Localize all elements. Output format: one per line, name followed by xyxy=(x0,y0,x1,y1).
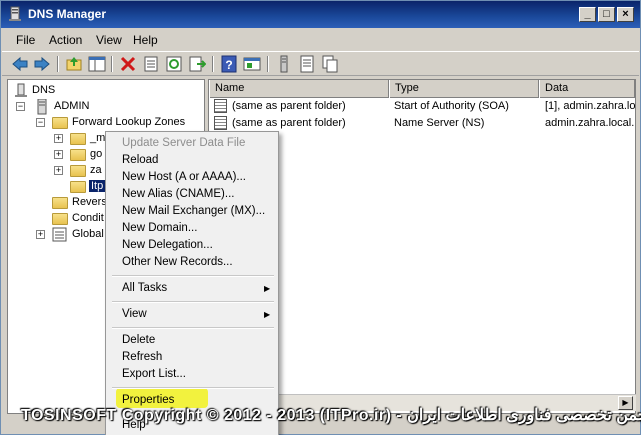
tree-label: Global xyxy=(72,228,104,240)
title-bar: DNS Manager _ □ × xyxy=(1,1,640,28)
tree-label: DNS xyxy=(32,84,56,96)
server-icon xyxy=(37,99,47,115)
server-icon[interactable] xyxy=(275,55,293,73)
tree-label: Revers xyxy=(72,196,107,208)
zone-icon xyxy=(70,149,86,161)
menu-help[interactable]: Help xyxy=(133,33,158,47)
expand-icon[interactable]: + xyxy=(36,230,45,239)
tree-label: Condit xyxy=(72,212,104,224)
table-row[interactable]: (same as parent folder) Start of Authori… xyxy=(209,98,636,115)
menu-separator xyxy=(112,275,274,277)
toolbar-separator xyxy=(57,56,59,72)
export-list-icon[interactable] xyxy=(188,55,206,73)
properties-icon[interactable] xyxy=(142,55,160,73)
record-name: (same as parent folder) xyxy=(232,100,346,112)
delete-icon[interactable] xyxy=(119,55,137,73)
record-icon xyxy=(214,116,227,130)
menu-action[interactable]: Action xyxy=(49,33,82,47)
menu-separator xyxy=(112,387,274,389)
record-data: admin.zahra.local. xyxy=(545,117,635,129)
copy-icon[interactable] xyxy=(321,55,339,73)
menu-item-other-new-records[interactable]: Other New Records... xyxy=(122,256,233,268)
mmc-icon[interactable] xyxy=(243,55,261,73)
list-header: Name Type Data xyxy=(209,80,635,98)
submenu-arrow-icon: ▶ xyxy=(264,310,271,319)
record-data: [1], admin.zahra.lo xyxy=(545,100,636,112)
record-icon xyxy=(214,99,227,113)
menu-item-label: View xyxy=(122,308,147,320)
menu-item-view[interactable]: View ▶ xyxy=(122,308,274,320)
menu-item-new-mail-exchanger[interactable]: New Mail Exchanger (MX)... xyxy=(122,205,265,217)
expand-icon[interactable]: + xyxy=(54,134,63,143)
menu-item-new-domain[interactable]: New Domain... xyxy=(122,222,197,234)
table-row[interactable]: (same as parent folder) Name Server (NS)… xyxy=(209,115,635,132)
menu-item-refresh[interactable]: Refresh xyxy=(122,351,162,363)
menu-separator xyxy=(112,301,274,303)
context-menu: Update Server Data File Reload New Host … xyxy=(105,131,279,435)
folder-icon xyxy=(52,117,68,129)
column-header-data[interactable]: Data xyxy=(539,80,635,98)
menu-item-update-server-data-file[interactable]: Update Server Data File xyxy=(122,137,245,149)
menu-bar: File Action View Help xyxy=(2,29,639,51)
folder-icon xyxy=(52,213,68,225)
zone-icon xyxy=(70,165,86,177)
dns-app-icon xyxy=(9,6,21,21)
menu-item-export-list[interactable]: Export List... xyxy=(122,368,186,380)
menu-item-all-tasks[interactable]: All Tasks ▶ xyxy=(122,282,274,294)
close-button[interactable]: × xyxy=(617,7,634,22)
global-logs-icon xyxy=(52,227,67,242)
toolbar-separator xyxy=(212,56,214,72)
forward-arrow-icon[interactable] xyxy=(33,55,51,73)
tree-label: za xyxy=(90,164,102,176)
zone-icon xyxy=(70,133,86,145)
toolbar: ? xyxy=(2,51,639,76)
window-title: DNS Manager xyxy=(28,7,107,21)
expand-icon[interactable]: + xyxy=(54,166,63,175)
copyright-watermark: TOSINSOFT Copyright © 2012 - 2013 (ITPro… xyxy=(21,407,641,424)
help-icon[interactable]: ? xyxy=(220,55,238,73)
refresh-icon[interactable] xyxy=(165,55,183,73)
folder-icon xyxy=(52,197,68,209)
column-header-name[interactable]: Name xyxy=(209,80,389,98)
toolbar-separator xyxy=(267,56,269,72)
tree-label: Forward Lookup Zones xyxy=(72,116,186,128)
dns-icon xyxy=(15,83,27,97)
dns-manager-window: DNS Manager _ □ × File Action View Help xyxy=(0,0,641,435)
column-header-type[interactable]: Type xyxy=(389,80,539,98)
expand-icon[interactable]: + xyxy=(54,150,63,159)
menu-file[interactable]: File xyxy=(16,33,35,47)
up-folder-icon[interactable] xyxy=(65,55,83,73)
toolbar-separator xyxy=(111,56,113,72)
tree-label: ADMIN xyxy=(54,100,90,112)
menu-item-new-delegation[interactable]: New Delegation... xyxy=(122,239,213,251)
menu-separator xyxy=(112,327,274,329)
minimize-button[interactable]: _ xyxy=(579,7,596,22)
maximize-button[interactable]: □ xyxy=(598,7,615,22)
menu-view[interactable]: View xyxy=(96,33,122,47)
zone-icon xyxy=(70,181,86,193)
menu-item-new-alias[interactable]: New Alias (CNAME)... xyxy=(122,188,234,200)
menu-item-new-host[interactable]: New Host (A or AAAA)... xyxy=(122,171,246,183)
record-type: Start of Authority (SOA) xyxy=(394,100,509,112)
submenu-arrow-icon: ▶ xyxy=(264,284,271,293)
tree-label: _m xyxy=(90,132,106,144)
list-icon[interactable] xyxy=(298,55,316,73)
back-arrow-icon[interactable] xyxy=(11,55,29,73)
tree-label: go xyxy=(90,148,103,160)
menu-item-delete[interactable]: Delete xyxy=(122,334,155,346)
record-name: (same as parent folder) xyxy=(232,117,346,129)
svg-text:?: ? xyxy=(225,58,232,72)
collapse-icon[interactable]: − xyxy=(16,102,25,111)
record-type: Name Server (NS) xyxy=(394,117,485,129)
menu-item-reload[interactable]: Reload xyxy=(122,154,158,166)
show-hide-tree-icon[interactable] xyxy=(88,55,106,73)
tree-label: Itp xyxy=(89,180,106,192)
menu-item-label: All Tasks xyxy=(122,282,168,294)
collapse-icon[interactable]: − xyxy=(36,118,45,127)
